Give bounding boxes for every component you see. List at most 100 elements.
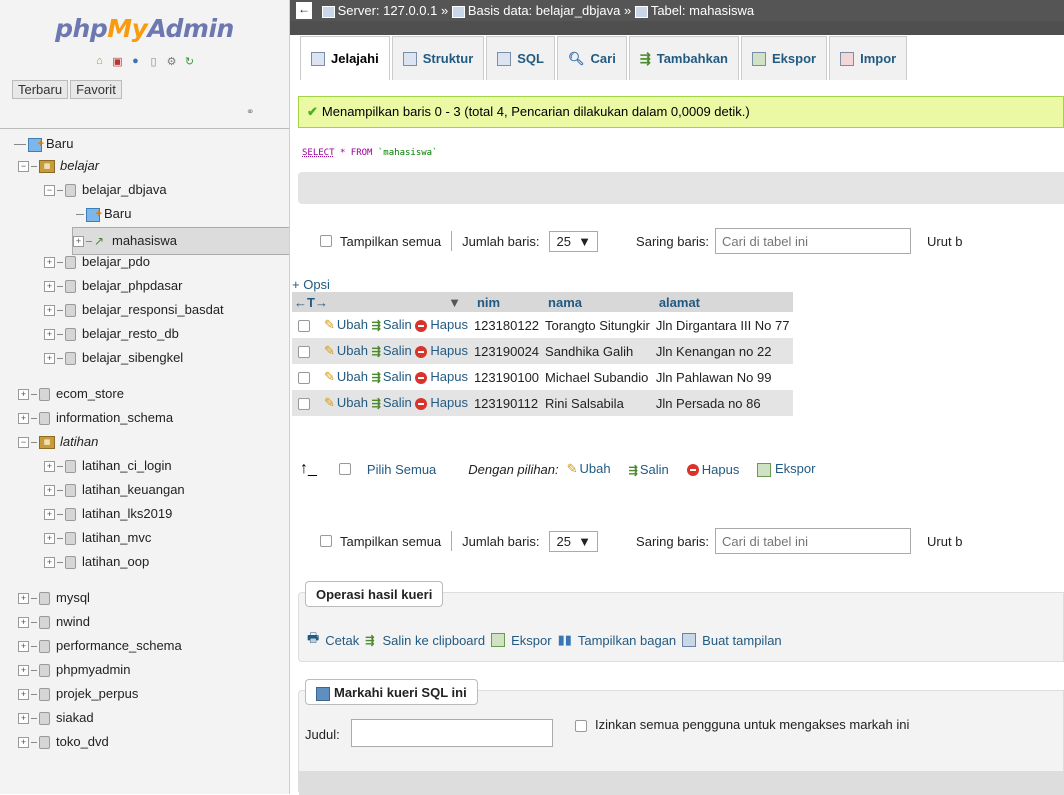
bookmark-title-input[interactable] [351,719,553,747]
settings-icon[interactable]: ⚙ [165,54,179,68]
bulk-export-button[interactable]: Ekspor [757,461,815,477]
expand-icon[interactable]: + [44,557,55,569]
cell-nim[interactable]: 123180122 [470,312,543,338]
tree-item[interactable]: + nwind [18,611,90,633]
options-link[interactable]: + Opsi [292,277,330,292]
tab-import[interactable]: Impor [829,36,908,80]
phpmyadmin-logo[interactable]: phpMyAdmin [0,14,289,43]
expand-icon[interactable]: + [18,593,29,605]
edit-button[interactable]: ✎ Ubah [324,317,368,332]
chart-link[interactable]: Tampilkan bagan [578,633,676,648]
breadcrumb-table[interactable]: Tabel: mahasiswa [651,3,754,18]
help-icon[interactable]: ● [129,54,143,68]
bulk-edit-button[interactable]: ✎ Ubah [567,461,611,477]
tree-item[interactable]: − ▦ latihan [18,431,98,453]
tree-item[interactable]: + siakad [18,707,94,729]
tree-item[interactable]: − belajar_dbjava [44,179,167,201]
edit-button[interactable]: ✎ Ubah [324,369,368,384]
tab-sql[interactable]: SQL [486,36,555,80]
delete-button[interactable]: Hapus [415,343,468,358]
export-link[interactable]: Ekspor [511,633,551,648]
delete-button[interactable]: Hapus [415,395,468,410]
tab-search[interactable]: 🔍︎ Cari [557,36,627,80]
copy-button[interactable]: ⇶ Salin [372,369,412,384]
tab-recent[interactable]: Terbaru [12,80,69,99]
tree-item[interactable]: − ▦ belajar [18,155,99,177]
expand-icon[interactable]: + [18,713,29,725]
filter-input[interactable] [715,228,912,254]
collapse-icon[interactable]: − [18,437,29,449]
expand-icon[interactable]: + [44,353,55,365]
create-view-link[interactable]: Buat tampilan [702,633,782,648]
select-all-link[interactable]: Pilih Semua [367,462,436,477]
allow-all-checkbox[interactable] [575,719,587,732]
cell-nama[interactable]: Rini Salsabila [542,390,653,416]
filter-input[interactable] [715,528,912,554]
expand-icon[interactable]: + [18,617,29,629]
tree-item[interactable]: + belajar_sibengkel [44,347,183,369]
row-checkbox[interactable] [298,372,310,385]
cell-nim[interactable]: 123190100 [470,364,543,390]
column-arrows-header[interactable]: ←T→ ▼ [292,292,471,312]
tree-item[interactable]: + latihan_mvc [44,527,151,549]
expand-icon[interactable]: + [44,281,55,293]
select-all-checkbox[interactable] [338,463,351,475]
tree-item[interactable]: + belajar_pdo [44,251,150,273]
tree-item[interactable]: + belajar_resto_db [44,323,179,345]
tree-item[interactable]: + ecom_store [18,383,124,405]
rows-select[interactable]: 25 ▼ [549,230,599,252]
cell-alamat[interactable]: Jln Kenangan no 22 [652,338,793,364]
tree-item[interactable]: + performance_schema [18,635,182,657]
cell-alamat[interactable]: Jln Pahlawan No 99 [652,364,793,390]
edit-button[interactable]: ✎ Ubah [324,395,368,410]
expand-icon[interactable]: + [44,257,55,269]
logout-icon[interactable]: ▣ [111,54,125,68]
reload-icon[interactable]: ↻ [183,54,197,68]
cell-nim[interactable]: 123190112 [470,390,543,416]
tree-item[interactable]: + information_schema [18,407,173,429]
expand-icon[interactable]: + [18,641,29,653]
print-link[interactable]: Cetak [325,633,359,648]
copy-button[interactable]: ⇶ Salin [372,317,412,332]
tab-structure[interactable]: Struktur [391,36,485,80]
row-checkbox[interactable] [298,346,310,359]
column-header-alamat[interactable]: alamat [652,292,793,312]
tab-insert[interactable]: ⇶ Tambahkan [628,36,739,80]
cell-alamat[interactable]: Jln Persada no 86 [652,390,793,416]
expand-icon[interactable]: + [44,305,55,317]
column-header-nama[interactable]: nama [542,292,653,312]
row-checkbox[interactable] [298,320,310,333]
tree-item[interactable]: + latihan_oop [44,551,149,573]
bulk-copy-button[interactable]: ⇶ Salin [629,462,669,477]
rows-select[interactable]: 25 ▼ [549,530,599,552]
tree-item[interactable]: + belajar_responsi_basdat [44,299,224,321]
breadcrumb-database[interactable]: Basis data: belajar_dbjava [468,3,621,18]
expand-icon[interactable]: + [44,485,55,497]
expand-icon[interactable]: + [18,389,29,401]
delete-button[interactable]: Hapus [415,317,468,332]
cell-nim[interactable]: 123190024 [470,338,543,364]
expand-icon[interactable]: + [18,737,29,749]
back-arrow-icon[interactable]: ← [296,2,312,19]
show-all-checkbox[interactable] [320,535,332,547]
expand-icon[interactable]: + [44,509,55,521]
tree-item[interactable]: + latihan_keuangan [44,479,185,501]
tree-item[interactable]: + latihan_lks2019 [44,503,172,525]
delete-button[interactable]: Hapus [415,369,468,384]
copy-button[interactable]: ⇶ Salin [372,343,412,358]
expand-icon[interactable]: + [18,665,29,677]
cell-nama[interactable]: Michael Subandio [542,364,653,390]
tree-item[interactable]: + projek_perpus [18,683,138,705]
edit-button[interactable]: ✎ Ubah [324,343,368,358]
expand-icon[interactable]: + [44,329,55,341]
tab-browse[interactable]: Jelajahi [300,36,390,80]
docs-icon[interactable]: ▯ [147,54,161,68]
collapse-icon[interactable]: − [18,161,29,173]
cell-nama[interactable]: Torangto Situngkir [542,312,653,338]
sql-keyword[interactable]: SELECT [302,148,335,158]
tree-item[interactable]: + toko_dvd [18,731,109,753]
expand-icon[interactable]: + [18,689,29,701]
sort-down-icon[interactable]: ▼ [448,295,461,310]
tree-item[interactable]: Baru [70,203,131,225]
collapse-icon[interactable]: − [44,185,55,197]
